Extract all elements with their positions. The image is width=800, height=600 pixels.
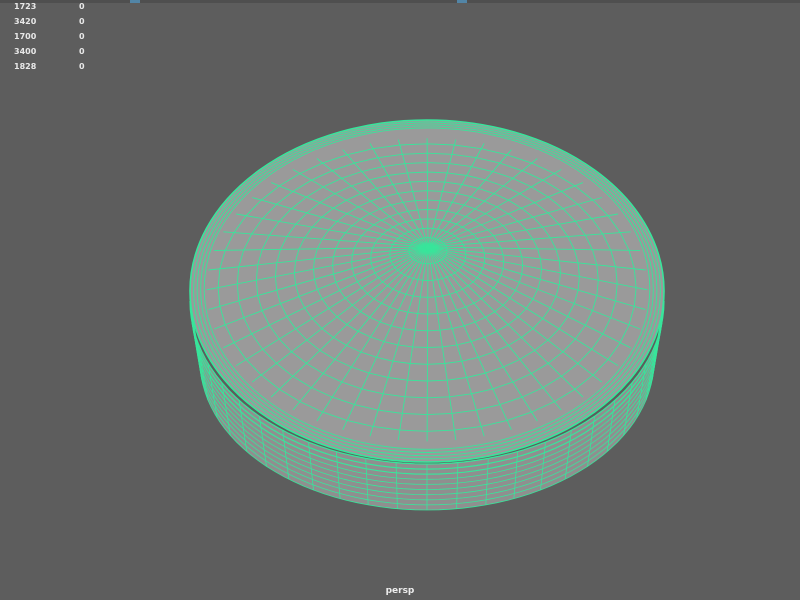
mesh-pole-vertex [426, 245, 430, 249]
cylinder-wireframe-mesh[interactable] [0, 0, 800, 600]
perspective-viewport[interactable]: 1723 0 3420 0 1700 0 3400 0 1828 0 persp [0, 0, 800, 600]
camera-name-label: persp [385, 586, 415, 596]
